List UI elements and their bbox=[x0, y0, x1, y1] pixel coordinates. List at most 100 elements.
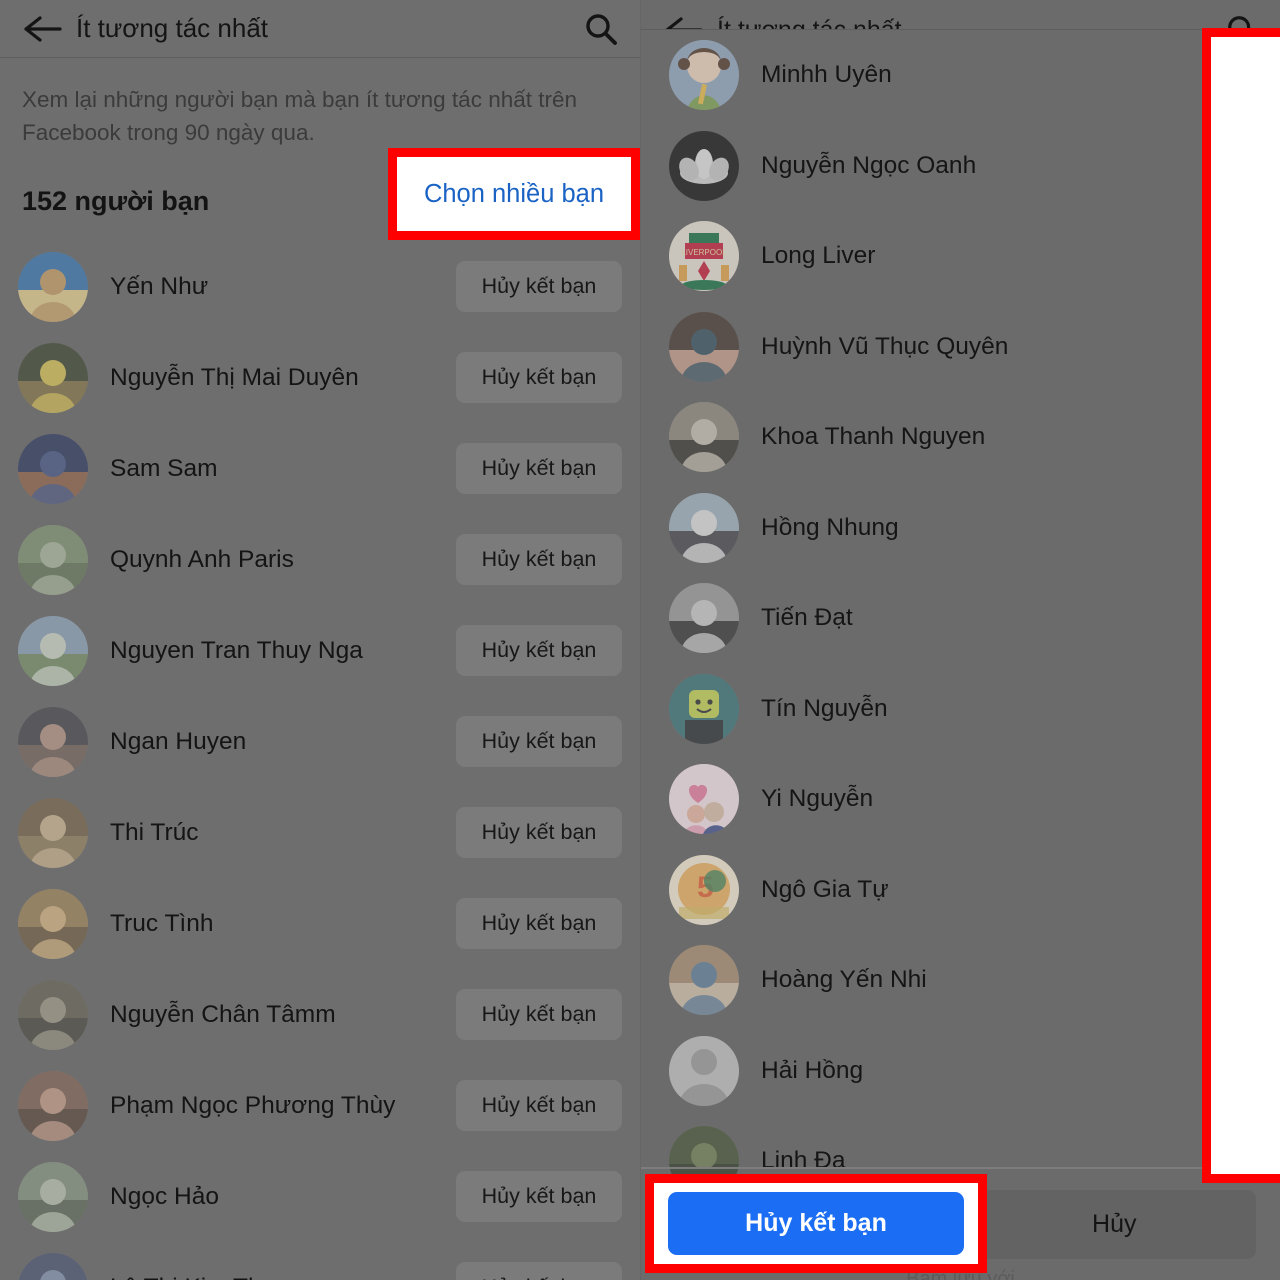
friend-name: Nguyễn Chân Tâmm bbox=[110, 1000, 336, 1028]
checkbox-cell[interactable] bbox=[1208, 421, 1268, 453]
confirm-unfriend-button[interactable]: Hủy kết bạn bbox=[673, 1190, 957, 1259]
unfriend-button[interactable]: Hủy kết bạn bbox=[456, 261, 622, 313]
friend-row[interactable]: Yến Như Hủy kết bạn bbox=[0, 241, 640, 332]
avatar: LIVERPOOL bbox=[669, 221, 739, 292]
checkbox-unchecked-icon[interactable] bbox=[1222, 421, 1254, 453]
checkbox-checked-icon[interactable] bbox=[1222, 783, 1254, 815]
selectable-friend-row[interactable]: Hoàng Yến Nhi bbox=[641, 935, 1280, 1026]
avatar bbox=[669, 402, 739, 473]
friend-name: Ngọc Hảo bbox=[110, 1182, 219, 1210]
friend-row[interactable]: Nguyễn Chân Tâmm Hủy kết bạn bbox=[0, 969, 640, 1060]
checkbox-unchecked-icon[interactable] bbox=[1222, 240, 1254, 272]
svg-text:LIVERPOOL: LIVERPOOL bbox=[681, 248, 727, 257]
selectable-friend-row[interactable]: Khoa Thanh Nguyen bbox=[641, 392, 1280, 483]
avatar bbox=[18, 524, 88, 595]
checkbox-cell[interactable] bbox=[1208, 59, 1268, 91]
avatar bbox=[18, 615, 88, 686]
unfriend-button[interactable]: Hủy kết bạn bbox=[456, 625, 622, 677]
avatar bbox=[18, 342, 88, 413]
selectable-friend-row[interactable]: Tín Nguyễn bbox=[641, 664, 1280, 755]
friend-name: Huỳnh Vũ Thục Quyên bbox=[761, 332, 1009, 360]
friend-name: Truc Tình bbox=[110, 909, 214, 937]
friend-name: Sam Sam bbox=[110, 454, 218, 482]
friend-count: 152 người bạn bbox=[22, 185, 210, 216]
selectable-friend-row[interactable]: LIVERPOOL Long Liver bbox=[641, 211, 1280, 302]
friend-row[interactable]: Ngọc Hảo Hủy kết bạn bbox=[0, 1151, 640, 1242]
left-header: Ít tương tác nhất bbox=[0, 0, 640, 58]
checkbox-cell[interactable] bbox=[1208, 783, 1268, 815]
avatar bbox=[669, 311, 739, 382]
back-arrow-icon[interactable] bbox=[22, 14, 62, 44]
back-arrow-icon[interactable] bbox=[663, 15, 703, 29]
checkbox-unchecked-icon[interactable] bbox=[1222, 331, 1254, 363]
checkbox-cell[interactable] bbox=[1208, 1055, 1268, 1087]
screenshot-root: Ít tương tác nhất Xem lại những người bạ… bbox=[0, 0, 1280, 1280]
selectable-friend-row[interactable]: Hồng Nhung bbox=[641, 483, 1280, 574]
checkbox-unchecked-icon[interactable] bbox=[1222, 874, 1254, 906]
friend-name: Tín Nguyễn bbox=[761, 694, 888, 722]
friend-row[interactable]: Phạm Ngọc Phương Thùy Hủy kết bạn bbox=[0, 1060, 640, 1151]
unfriend-button[interactable]: Hủy kết bạn bbox=[456, 898, 622, 950]
friend-row[interactable]: Sam Sam Hủy kết bạn bbox=[0, 423, 640, 514]
checkbox-cell[interactable] bbox=[1208, 150, 1268, 182]
checkbox-unchecked-icon[interactable] bbox=[1222, 693, 1254, 725]
unfriend-button[interactable]: Hủy kết bạn bbox=[456, 1080, 622, 1132]
friend-row[interactable]: Nguyễn Thị Mai Duyên Hủy kết bạn bbox=[0, 332, 640, 423]
checkbox-cell[interactable] bbox=[1208, 512, 1268, 544]
checkbox-unchecked-icon[interactable] bbox=[1222, 150, 1254, 182]
checkbox-unchecked-icon[interactable] bbox=[1222, 964, 1254, 996]
avatar bbox=[18, 706, 88, 777]
checkbox-unchecked-icon[interactable] bbox=[1222, 512, 1254, 544]
page-description: Xem lại những người bạn mà bạn ít tương … bbox=[22, 87, 578, 145]
search-icon[interactable] bbox=[1226, 15, 1258, 29]
selectable-friend-row[interactable]: Nguyễn Ngọc Oanh bbox=[641, 121, 1280, 212]
checkbox-checked-icon[interactable] bbox=[1222, 1055, 1254, 1087]
unfriend-button[interactable]: Hủy kết bạn bbox=[456, 1262, 622, 1280]
unfriend-button[interactable]: Hủy kết bạn bbox=[456, 1171, 622, 1223]
friend-row[interactable]: Nguyen Tran Thuy Nga Hủy kết bạn bbox=[0, 605, 640, 696]
friend-name: Hồng Nhung bbox=[761, 513, 899, 541]
unfriend-button[interactable]: Hủy kết bạn bbox=[456, 807, 622, 859]
avatar bbox=[18, 433, 88, 504]
avatar bbox=[18, 797, 88, 868]
avatar bbox=[18, 888, 88, 959]
count-row: 152 người bạn bbox=[0, 155, 640, 241]
search-icon[interactable] bbox=[584, 12, 618, 46]
avatar bbox=[669, 583, 739, 654]
checkbox-unchecked-icon[interactable] bbox=[1222, 59, 1254, 91]
friend-name: Nguyễn Thị Mai Duyên bbox=[110, 363, 359, 391]
friend-name: Yến Như bbox=[110, 272, 209, 300]
checkbox-cell[interactable] bbox=[1208, 602, 1268, 634]
checkbox-cell[interactable] bbox=[1208, 693, 1268, 725]
friend-row[interactable]: Thi Trúc Hủy kết bạn bbox=[0, 787, 640, 878]
selectable-friend-row[interactable]: 5 Ngô Gia Tự bbox=[641, 845, 1280, 936]
friend-row[interactable]: Lê Thị Kim Thoa Hủy kết bạn bbox=[0, 1242, 640, 1280]
avatar bbox=[669, 1035, 739, 1106]
friend-name: Ngan Huyen bbox=[110, 727, 247, 755]
unfriend-button[interactable]: Hủy kết bạn bbox=[456, 716, 622, 768]
checkbox-cell[interactable] bbox=[1208, 240, 1268, 272]
unfriend-button[interactable]: Hủy kết bạn bbox=[456, 443, 622, 495]
selectable-friend-row[interactable]: Tiến Đạt bbox=[641, 573, 1280, 664]
friend-row[interactable]: Quynh Anh Paris Hủy kết bạn bbox=[0, 514, 640, 605]
selectable-friend-row[interactable]: Huỳnh Vũ Thục Quyên bbox=[641, 302, 1280, 393]
selectable-friend-row[interactable]: Minhh Uyên bbox=[641, 30, 1280, 121]
checkbox-cell[interactable] bbox=[1208, 964, 1268, 996]
friend-name: Nguyen Tran Thuy Nga bbox=[110, 636, 363, 664]
friend-name: Phạm Ngọc Phương Thùy bbox=[110, 1091, 396, 1119]
checkbox-unchecked-icon[interactable] bbox=[1222, 602, 1254, 634]
left-panel: Ít tương tác nhất Xem lại những người bạ… bbox=[0, 0, 640, 1280]
avatar bbox=[18, 979, 88, 1050]
selectable-friend-row[interactable]: Yi Nguyễn bbox=[641, 754, 1280, 845]
unfriend-button[interactable]: Hủy kết bạn bbox=[456, 989, 622, 1041]
unfriend-button[interactable]: Hủy kết bạn bbox=[456, 534, 622, 586]
selectable-friend-row[interactable]: Hải Hồng bbox=[641, 1026, 1280, 1117]
friend-name: Yi Nguyễn bbox=[761, 785, 874, 813]
avatar: 5 bbox=[669, 854, 739, 925]
checkbox-cell[interactable] bbox=[1208, 331, 1268, 363]
cancel-button[interactable]: Hủy bbox=[972, 1190, 1256, 1259]
friend-row[interactable]: Truc Tình Hủy kết bạn bbox=[0, 878, 640, 969]
checkbox-cell[interactable] bbox=[1208, 874, 1268, 906]
unfriend-button[interactable]: Hủy kết bạn bbox=[456, 352, 622, 404]
friend-row[interactable]: Ngan Huyen Hủy kết bạn bbox=[0, 696, 640, 787]
